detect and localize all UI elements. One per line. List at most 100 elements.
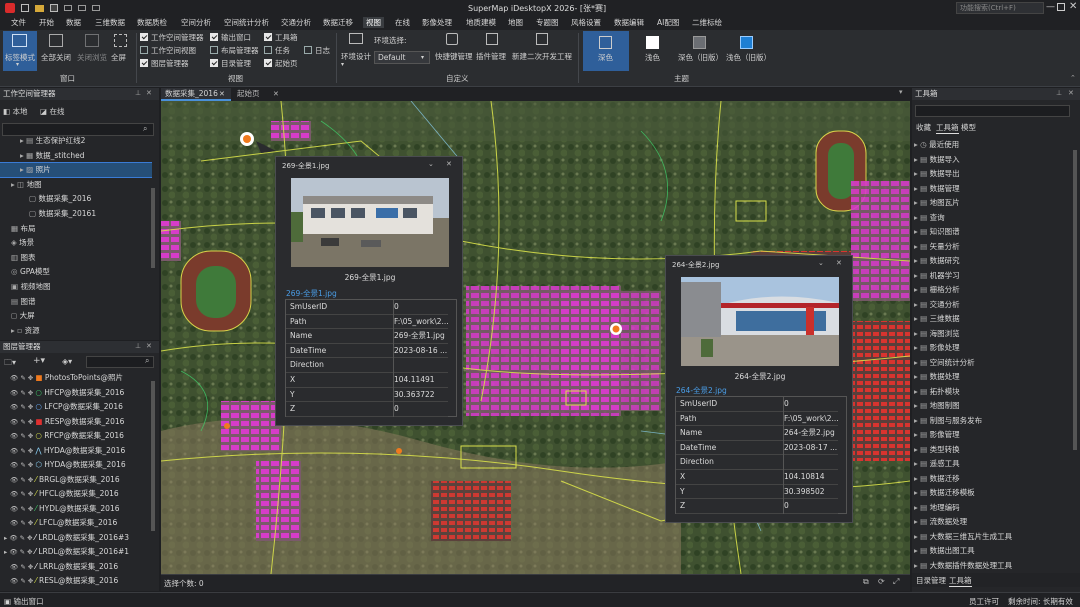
toolbox-category[interactable]: ▸ ▤ 大数据插件数据处理工具 <box>914 559 1072 573</box>
layer-search-input[interactable]: ⌕ <box>86 356 154 368</box>
plugin-manager-button[interactable]: 插件管理 <box>476 51 506 62</box>
toolbox-category[interactable]: ▸ ▤ 影像处理 <box>914 341 1072 355</box>
toolbox-category[interactable]: ▸ ▤ 数据迁移 <box>914 472 1072 486</box>
panel-close-icon[interactable]: ✕ <box>146 89 152 97</box>
layer-visibility-icon[interactable]: 👁 ✎ ✥ <box>10 374 35 382</box>
menu-online[interactable]: 在线 <box>395 17 410 28</box>
environment-design-button[interactable]: 环境设计 <box>341 51 371 62</box>
tab-mode-button[interactable]: 标签模式 ▾ <box>3 31 37 71</box>
theme-light-legacy-button[interactable]: 浅色（旧版） <box>724 31 771 71</box>
workspace-tree-item[interactable]: ▸ ▦ 数据_stitched <box>0 149 152 163</box>
plugin-manager-icon[interactable] <box>486 33 498 45</box>
layer-visibility-icon[interactable]: 👁 ✎ ✥ <box>10 505 35 513</box>
close-browse-button[interactable]: 关闭浏览 <box>75 31 109 71</box>
workspace-tree-item[interactable]: ▦ 布局 <box>0 222 152 236</box>
layer-visibility-icon[interactable]: 👁 ✎ ✥ <box>10 403 35 411</box>
pin-icon[interactable]: ⊥ <box>135 89 141 97</box>
workspace-tree-item[interactable]: ◈ 场景 <box>0 236 152 250</box>
close-icon[interactable]: ✕ <box>1069 1 1077 12</box>
chevron-down-icon[interactable]: ⌄ <box>428 160 434 168</box>
toolbox-category[interactable]: ▸ ◷ 最近使用 <box>914 138 1072 152</box>
close-icon[interactable]: ✕ <box>836 259 842 267</box>
pin-icon[interactable]: ⊥ <box>1056 89 1062 97</box>
layer-item[interactable]: 👁 ✎ ✥ ○ HFCP@数据采集_2016 <box>0 386 152 400</box>
menu-spatial-analysis[interactable]: 空间分析 <box>181 17 211 28</box>
toolbox-category[interactable]: ▸ ▤ 数据导入 <box>914 153 1072 167</box>
checkbox-toolbox[interactable] <box>264 33 272 41</box>
checkbox-layer-manager[interactable] <box>140 59 148 67</box>
checkbox-workspace-manager[interactable] <box>140 33 148 41</box>
refresh-icon[interactable]: ⟳ <box>878 577 885 586</box>
workspace-tree-item[interactable]: ▸ ▤ 生态保护红线2 <box>0 134 152 148</box>
tab-map-document[interactable]: 数据采集_2016 ✕ <box>161 88 231 101</box>
toolbox-category[interactable]: ▸ ▤ 拓扑模块 <box>914 385 1072 399</box>
workspace-tree-item[interactable]: ▢ 数据采集_2016 <box>0 192 152 206</box>
toolbox-category[interactable]: ▸ ▤ 流数据处理 <box>914 515 1072 529</box>
shortcut-manager-button[interactable]: 快捷键管理 <box>435 51 473 62</box>
toolbox-category[interactable]: ▸ ▤ 数据研究 <box>914 254 1072 268</box>
layer-item[interactable]: 👁 ✎ ✥ ⁄ RESL@数据采集_2016 <box>0 574 152 588</box>
map-view[interactable]: 269-全景1.jpg ⌄ ✕ 269-全景1.jpg 269-全景1.jpg … <box>161 101 910 574</box>
minimize-icon[interactable]: — <box>1046 2 1055 12</box>
toolbox-category[interactable]: ▸ ▤ 地图瓦片 <box>914 196 1072 210</box>
photo-point-icon[interactable] <box>396 448 402 454</box>
menu-style[interactable]: 风格设置 <box>571 17 601 28</box>
menu-thematic[interactable]: 专题图 <box>536 17 559 28</box>
photo-point-icon[interactable] <box>610 323 622 335</box>
checkbox-start-page[interactable] <box>264 59 272 67</box>
menu-migration[interactable]: 数据迁移 <box>323 17 353 28</box>
new-dev-project-button[interactable]: 新建二次开发工程 <box>512 51 572 62</box>
environment-design-icon[interactable] <box>349 33 363 44</box>
photo-thumbnail[interactable] <box>291 178 449 267</box>
undo-icon[interactable] <box>64 5 72 11</box>
workspace-tree-item[interactable]: ◻ 大屏 <box>0 309 152 323</box>
new-dev-project-icon[interactable] <box>536 33 548 45</box>
layer-item[interactable]: 👁 ✎ ✥ ■ RESP@数据采集_2016 <box>0 415 152 429</box>
toolbox-tab-favorites[interactable]: 收藏 <box>916 122 931 133</box>
layer-visibility-icon[interactable]: 👁 ✎ ✥ <box>10 447 35 455</box>
tab-local[interactable]: ◧ 本地 <box>3 105 33 118</box>
checkbox-layout-manager[interactable] <box>210 46 218 54</box>
theme-dark-button[interactable]: 深色 <box>583 31 629 71</box>
layer-visibility-icon[interactable]: 👁 ✎ ✥ <box>10 490 35 498</box>
copy-icon[interactable]: ⧉ <box>863 577 869 587</box>
toolbox-search-input[interactable] <box>915 105 1070 117</box>
toolbox-category[interactable]: ▸ ▤ 查询 <box>914 211 1072 225</box>
fullscreen-button[interactable]: 全屏 <box>110 31 132 71</box>
menu-imagery[interactable]: 影像处理 <box>422 17 452 28</box>
toolbox-tab-toolbox[interactable]: 工具箱 <box>936 122 959 134</box>
layer-group-icon[interactable]: ◈▾ <box>62 357 72 366</box>
menu-view[interactable]: 视图 <box>363 17 384 28</box>
workspace-tree-item[interactable]: ▸ ▨ 照片 <box>0 162 152 179</box>
menu-edit[interactable]: 数据编辑 <box>614 17 644 28</box>
close-icon[interactable]: ✕ <box>446 160 452 168</box>
workspace-tree-item[interactable]: ▸ ◫ 地图 <box>0 178 152 192</box>
open-folder-icon[interactable] <box>35 5 44 12</box>
layer-style-icon[interactable]: 🗀▾ <box>4 357 16 371</box>
layer-item[interactable]: 👁 ✎ ✥ ⁄ HFCL@数据采集_2016 <box>0 487 152 501</box>
layer-item[interactable]: 👁 ✎ ✥ ⁄ LRRL@数据采集_2016 <box>0 560 152 574</box>
maximize-icon[interactable] <box>1057 3 1065 11</box>
toolbox-category[interactable]: ▸ ▤ 空间统计分析 <box>914 356 1072 370</box>
customize-qat-icon[interactable] <box>92 5 100 11</box>
toolbox-category[interactable]: ▸ ▤ 制图与服务发布 <box>914 414 1072 428</box>
collapse-ribbon-icon[interactable]: ⌃ <box>1070 74 1076 82</box>
redo-icon[interactable] <box>78 5 86 11</box>
toolbox-category[interactable]: ▸ ▤ 数据迁移模板 <box>914 486 1072 500</box>
toolbox-category[interactable]: ▸ ▤ 栅格分析 <box>914 283 1072 297</box>
toolbox-category[interactable]: ▸ ▤ 矢量分析 <box>914 240 1072 254</box>
output-window-tab[interactable]: ▣ 输出窗口 <box>4 596 43 607</box>
toolbox-category[interactable]: ▸ ▤ 遥感工具 <box>914 457 1072 471</box>
layer-item[interactable]: 👁 ✎ ✥ ⁄ BRGL@数据采集_2016 <box>0 473 152 487</box>
theme-dark-legacy-button[interactable]: 深色（旧版） <box>676 31 723 71</box>
layer-visibility-icon[interactable]: ▸ 👁 ✎ ✥ <box>4 534 35 542</box>
workspace-tree-item[interactable]: ◎ GPA模型 <box>0 265 152 279</box>
tab-close-icon[interactable]: ✕ <box>273 88 279 100</box>
panel-close-icon[interactable]: ✕ <box>1068 89 1074 97</box>
layer-item[interactable]: 👁 ✎ ✥ ■ PhotosToPoints@照片 <box>0 371 152 385</box>
toolbox-category[interactable]: ▸ ▤ 数据管理 <box>914 182 1072 196</box>
tab-close-icon[interactable]: ✕ <box>219 88 225 100</box>
environment-select[interactable]: Default ▾ <box>374 51 430 64</box>
function-search-input[interactable]: 功能搜索(Ctrl+F) <box>956 2 1044 14</box>
toolbox-category[interactable]: ▸ ▤ 数据处理 <box>914 370 1072 384</box>
